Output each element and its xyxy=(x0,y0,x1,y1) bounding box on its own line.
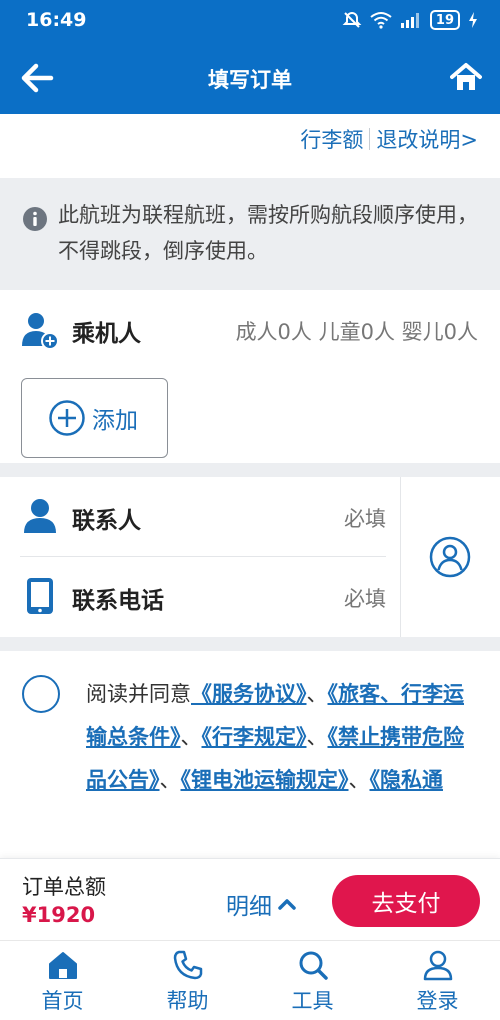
tab-label: 登录 xyxy=(416,989,459,1013)
agreement-prefix: 阅读并同意 xyxy=(86,682,191,706)
service-agreement-link[interactable]: 《服务协议》 xyxy=(191,682,307,706)
agreement-separator: 、 xyxy=(306,725,328,749)
contact-name-label: 联系人 xyxy=(72,508,141,534)
agreement-separator: 、 xyxy=(306,682,328,706)
contact-picker-icon[interactable] xyxy=(429,536,471,578)
policy-links: 行李额 退改说明> xyxy=(0,114,500,178)
charging-icon xyxy=(469,12,477,28)
home-icon[interactable] xyxy=(450,62,482,92)
payment-bar: 订单总额 ¥1920 明细 去支付 xyxy=(0,858,500,940)
phone-icon xyxy=(173,950,203,980)
connecting-flight-notice: 此航班为联程航班，需按所购航段顺序使用，不得跳段，倒序使用。 xyxy=(0,178,500,290)
page-title: 填写订单 xyxy=(208,68,292,92)
refund-policy-link[interactable]: 退改说明> xyxy=(376,124,478,154)
tab-tools[interactable]: 工具 xyxy=(250,941,375,1020)
agreement-radio[interactable] xyxy=(22,675,60,713)
tab-login[interactable]: 登录 xyxy=(375,941,500,1020)
price-detail-toggle[interactable]: 明细 xyxy=(226,887,296,921)
passenger-counts: 成人0人 儿童0人 婴儿0人 xyxy=(235,320,478,344)
agreement-section: 阅读并同意《服务协议》、《旅客、行李运输总条件》、《行李规定》、《禁止携带危险品… xyxy=(0,651,500,858)
tab-home[interactable]: 首页 xyxy=(0,941,125,1020)
contact-section: 联系人 必填 联系电话 必填 xyxy=(0,477,500,637)
baggage-link[interactable]: 行李额 xyxy=(300,124,363,154)
plus-circle-icon xyxy=(49,400,85,436)
passenger-section: 乘机人 成人0人 儿童0人 婴儿0人 添加 xyxy=(0,290,500,463)
info-icon xyxy=(23,207,47,231)
privacy-link[interactable]: 《隐私通 xyxy=(370,768,444,792)
status-bar: 16:49 19 xyxy=(0,0,500,42)
contact-phone-label: 联系电话 xyxy=(72,588,164,614)
search-icon xyxy=(299,951,328,980)
add-passenger-button[interactable]: 添加 xyxy=(21,378,168,458)
order-total-amount: ¥1920 xyxy=(22,903,96,927)
tab-label: 帮助 xyxy=(166,989,209,1013)
chevron-up-icon xyxy=(278,899,296,910)
section-divider xyxy=(0,637,500,651)
detail-label: 明细 xyxy=(226,894,272,920)
notice-text: 此航班为联程航班，需按所购航段顺序使用，不得跳段，倒序使用。 xyxy=(58,203,478,263)
status-icons: 19 xyxy=(342,10,478,30)
contact-phone-required: 必填 xyxy=(344,587,386,611)
user-icon xyxy=(423,950,453,981)
agreement-separator: 、 xyxy=(159,768,181,792)
tab-label: 首页 xyxy=(41,989,84,1013)
bottom-tab-bar: 首页 帮助 工具 登录 xyxy=(0,940,500,1020)
order-total-label: 订单总额 xyxy=(22,875,106,899)
add-button-label: 添加 xyxy=(92,408,138,434)
contact-phone-row[interactable]: 联系电话 必填 xyxy=(20,557,386,637)
battery-indicator: 19 xyxy=(429,10,460,30)
contact-divider xyxy=(400,477,401,637)
section-divider xyxy=(0,463,500,477)
status-time: 16:49 xyxy=(26,9,87,31)
contact-name-row[interactable]: 联系人 必填 xyxy=(20,477,386,557)
mute-icon xyxy=(342,11,362,28)
pay-button[interactable]: 去支付 xyxy=(332,875,480,927)
tablet-icon xyxy=(27,578,53,614)
home-icon xyxy=(49,952,77,979)
agreement-separator: 、 xyxy=(180,725,202,749)
tab-help[interactable]: 帮助 xyxy=(125,941,250,1020)
agreement-separator: 、 xyxy=(348,768,370,792)
tab-label: 工具 xyxy=(291,989,334,1013)
nav-bar: 填写订单 xyxy=(0,42,500,114)
lithium-battery-link[interactable]: 《锂电池运输规定》 xyxy=(181,768,349,792)
signal-icon xyxy=(400,13,419,28)
add-passenger-icon xyxy=(22,313,59,350)
contact-person-icon xyxy=(24,499,56,533)
link-divider xyxy=(369,128,371,150)
contact-name-required: 必填 xyxy=(344,507,386,531)
baggage-rules-link[interactable]: 《行李规定》 xyxy=(202,725,307,749)
passenger-label: 乘机人 xyxy=(72,321,141,347)
wifi-icon xyxy=(370,12,392,29)
agreement-text: 阅读并同意《服务协议》、《旅客、行李运输总条件》、《行李规定》、《禁止携带危险品… xyxy=(86,673,478,802)
